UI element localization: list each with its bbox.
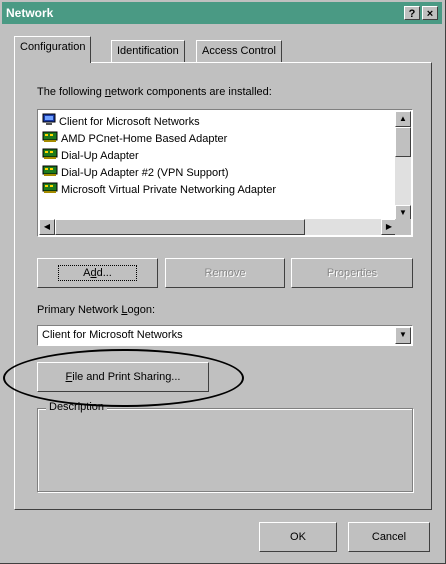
scroll-corner bbox=[395, 219, 411, 235]
vertical-scrollbar[interactable]: ▲ ▼ bbox=[395, 111, 411, 221]
scroll-thumb[interactable] bbox=[395, 127, 411, 157]
file-print-sharing-button[interactable]: File and Print Sharing... bbox=[37, 362, 209, 392]
chevron-down-icon[interactable]: ▼ bbox=[395, 327, 411, 344]
horizontal-scrollbar[interactable]: ◀ ▶ bbox=[39, 219, 397, 235]
network-adapter-icon bbox=[42, 164, 58, 182]
cancel-button[interactable]: Cancel bbox=[348, 522, 430, 552]
help-button[interactable]: ? bbox=[404, 6, 420, 20]
list-item[interactable]: AMD PCnet-Home Based Adapter bbox=[42, 130, 227, 147]
primary-logon-select[interactable]: Client for Microsoft Networks ▼ bbox=[37, 325, 413, 346]
components-listbox[interactable]: Client for Microsoft Networks AMD PCnet-… bbox=[37, 109, 413, 237]
window-title: Network bbox=[6, 6, 54, 20]
close-button[interactable]: × bbox=[422, 6, 438, 20]
properties-button[interactable]: Properties bbox=[291, 258, 413, 288]
ok-button[interactable]: OK bbox=[259, 522, 337, 552]
tab-access-control[interactable]: Access Control bbox=[196, 40, 282, 62]
scroll-thumb[interactable] bbox=[55, 219, 305, 235]
primary-logon-label: Primary Network Logon: bbox=[37, 304, 155, 316]
network-adapter-icon bbox=[42, 130, 58, 148]
description-label: Description bbox=[46, 401, 108, 413]
network-adapter-icon bbox=[42, 181, 58, 199]
network-client-icon bbox=[42, 113, 56, 131]
list-item[interactable]: Client for Microsoft Networks bbox=[42, 113, 200, 130]
network-dialog: Network ? × Configuration Identification… bbox=[0, 0, 446, 564]
add-button[interactable]: Add... bbox=[37, 258, 158, 288]
primary-logon-value: Client for Microsoft Networks bbox=[42, 329, 183, 341]
description-groupbox bbox=[37, 408, 413, 492]
scroll-up-arrow-icon[interactable]: ▲ bbox=[395, 111, 411, 127]
components-heading: The following network components are ins… bbox=[37, 86, 272, 98]
list-item[interactable]: Dial-Up Adapter #2 (VPN Support) bbox=[42, 164, 229, 181]
network-adapter-icon bbox=[42, 147, 58, 165]
list-item[interactable]: Dial-Up Adapter bbox=[42, 147, 139, 164]
title-bar[interactable]: Network ? × bbox=[2, 2, 442, 24]
tab-identification[interactable]: Identification bbox=[111, 40, 185, 62]
scroll-left-arrow-icon[interactable]: ◀ bbox=[39, 219, 55, 235]
remove-button[interactable]: Remove bbox=[165, 258, 285, 288]
tab-configuration[interactable]: Configuration bbox=[14, 36, 92, 63]
list-item[interactable]: Microsoft Virtual Private Networking Ada… bbox=[42, 181, 276, 198]
